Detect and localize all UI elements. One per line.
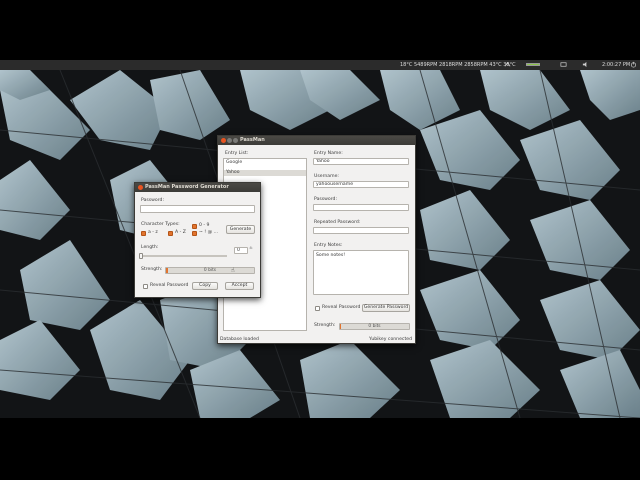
mouse-cursor-icon: ☝ [231,267,235,274]
entry-name-field[interactable]: Yahoo [313,158,409,165]
temperature-readout: 18°C 5489RPM 2818RPM 2858RPM 43°C 38°C [400,62,516,68]
mail-icon[interactable] [560,61,567,69]
panel-clock[interactable]: 2:00:27 PM [602,61,630,69]
status-right: Yubikey connected [369,337,412,342]
strength-bar: 0 bits [339,323,410,330]
length-spinbox[interactable]: 0 [234,247,248,254]
entry-notes-field[interactable]: Some notes! [313,250,409,295]
top-panel: 18°C 5489RPM 2818RPM 2858RPM 43°C 38°C 2… [0,60,640,70]
length-slider-handle[interactable] [139,253,143,259]
strength-label: Strength: [314,323,336,328]
copy-button[interactable]: Copy [192,282,218,290]
power-icon[interactable] [630,61,637,69]
password-label: Password: [314,197,338,202]
sensor-indicator[interactable]: 18°C 5489RPM 2818RPM 2858RPM 43°C 38°C [400,61,516,69]
reveal-password-checkbox[interactable] [315,306,320,311]
username-label: Username: [314,174,339,179]
network-icon[interactable] [504,61,511,69]
minimize-icon[interactable] [227,138,232,143]
spin-arrows-icon[interactable]: ± [249,246,253,252]
reveal-password-label: Reveal Password [322,305,361,310]
generate-button[interactable]: Generate [226,225,255,234]
gen-password-field[interactable] [140,205,255,213]
generator-title: PassMan Password Generator [145,184,229,190]
entry-name-label: Entry Name: [314,151,343,156]
letterbox-bottom [0,418,640,480]
lowercase-checkbox[interactable] [141,231,146,236]
gen-password-label: Password: [141,198,165,203]
accept-button[interactable]: Accept [225,282,254,290]
uppercase-checkbox[interactable] [168,231,173,236]
gen-reveal-password-checkbox[interactable] [143,284,148,289]
username-field[interactable]: yahoousername [313,181,409,188]
maximize-icon[interactable] [233,138,238,143]
status-left: Database loaded [220,337,259,342]
entry-notes-label: Entry Notes: [314,243,343,248]
digits-checkbox[interactable] [192,224,197,229]
strength-text: 0 bits [368,324,381,329]
gen-strength-text: 0 bits [203,268,217,273]
close-icon[interactable] [138,185,143,190]
symbols-label: ~ ! @ ... [199,230,219,235]
lowercase-label: a - z [148,230,158,235]
password-field[interactable] [313,204,409,211]
screen: 18°C 5489RPM 2818RPM 2858RPM 43°C 38°C 2… [0,0,640,480]
generator-window: PassMan Password Generator Password: Cha… [134,182,261,298]
repeated-password-field[interactable] [313,227,409,234]
gen-strength-label: Strength: [141,267,163,272]
list-item-selected[interactable]: Yahoo [224,170,306,176]
gen-strength-bar: 0 bits [165,267,255,274]
generator-titlebar[interactable]: PassMan Password Generator [135,183,260,192]
passman-titlebar[interactable]: PassMan [218,136,415,145]
length-label: Length: [141,245,159,250]
window-title: PassMan [240,137,265,143]
symbols-checkbox[interactable] [192,231,197,236]
list-item[interactable]: Google [224,160,306,166]
volume-icon[interactable] [582,61,589,69]
repeated-password-label: Repeated Password: [314,220,361,225]
gen-reveal-password-label: Reveal Password [150,283,189,288]
character-types-label: Character Types: [141,222,180,227]
digits-label: 0 - 9 [199,223,210,228]
generate-password-button[interactable]: Generate Password [362,304,410,312]
length-slider[interactable] [139,253,227,259]
close-icon[interactable] [221,138,226,143]
entry-list-label: Entry List: [225,151,249,156]
uppercase-label: A - Z [175,230,186,235]
